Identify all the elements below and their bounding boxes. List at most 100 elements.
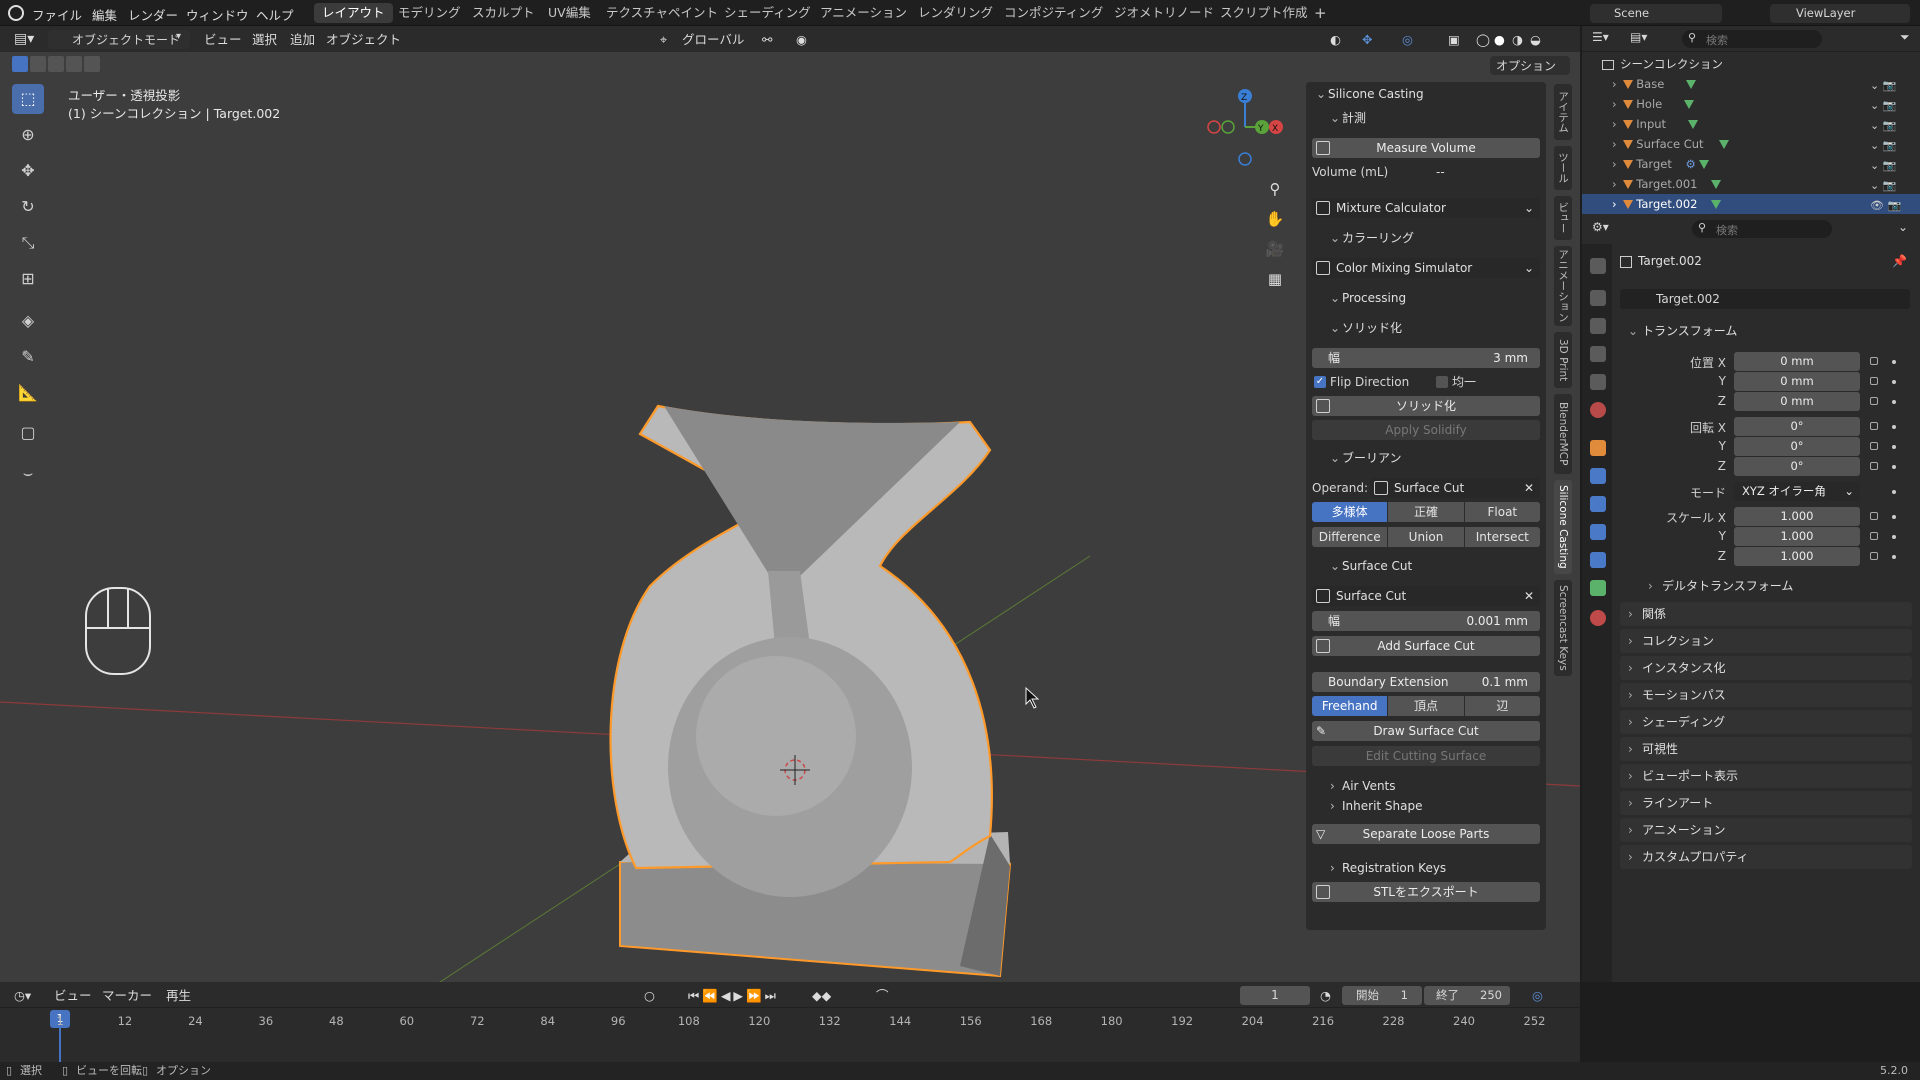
shading-solid-icon[interactable]: ● [1494,30,1505,49]
tab-view[interactable]: ビュー [1554,196,1572,240]
solver-segmented[interactable]: 多様体 正確 Float [1312,502,1540,522]
rotation-y-field[interactable]: 0° [1734,437,1860,456]
timeline-view-menu[interactable]: ビュー [54,986,92,1005]
add-workspace-icon[interactable]: + [1306,3,1335,23]
menu-view[interactable]: ビュー [204,30,242,49]
select-subtract-icon[interactable] [48,56,64,72]
export-stl-button[interactable]: STLをエクスポート [1312,882,1540,902]
properties-search-input[interactable]: ⚲ 検索 [1692,220,1832,238]
surface-cut-section[interactable]: ⌄ Surface Cut [1326,556,1540,576]
measure-icon[interactable]: 📐 [12,378,44,408]
relations-section[interactable]: › 関係 [1620,602,1912,626]
lock-icon[interactable] [1870,377,1878,385]
eye-icon[interactable]: 👁 📷 [1870,196,1910,216]
modifier-tab-icon[interactable] [1590,468,1606,484]
keyframe-dot-icon[interactable] [1892,465,1896,469]
keyframe-dot-icon[interactable] [1892,490,1896,494]
solver-exact[interactable]: 正確 [1388,502,1464,522]
lock-icon[interactable] [1870,442,1878,450]
tab-scripting[interactable]: スクリプト作成 [1212,3,1316,23]
menu-object[interactable]: オブジェクト [326,30,401,49]
even-checkbox[interactable] [1436,376,1448,388]
draw-mode-freehand[interactable]: Freehand [1312,696,1388,716]
tab-texture-paint[interactable]: テクスチャペイント [598,3,726,23]
scene-selector[interactable]: Scene [1590,4,1722,23]
outliner-scene-collection[interactable]: シーンコレクション [1582,54,1920,74]
color-mixing-dropdown[interactable]: Color Mixing Simulator ⌄ [1312,258,1540,278]
select-extend-icon[interactable] [30,56,46,72]
keyframe-dot-icon[interactable] [1892,515,1896,519]
menu-select[interactable]: 選択 [252,30,277,49]
scene-tab-icon[interactable] [1590,374,1606,390]
tab-uv-editing[interactable]: UV編集 [540,3,599,23]
current-frame-field[interactable]: 1 [1240,986,1310,1005]
registration-keys-section[interactable]: › Registration Keys [1326,858,1540,878]
menu-render[interactable]: レンダー [128,5,178,24]
view-layer-selector[interactable]: ViewLayer [1770,4,1910,23]
clear-x-icon[interactable]: ✕ [1524,478,1534,498]
rotation-x-field[interactable]: 0° [1734,417,1860,436]
filter-icon[interactable]: ⏷ [1900,30,1910,45]
transform-section[interactable]: ⌄ トランスフォーム [1620,319,1912,343]
mixture-calculator-dropdown[interactable]: Mixture Calculator ⌄ [1312,198,1540,218]
draw-mode-vertex[interactable]: 頂点 [1388,696,1464,716]
timeline-editor-icon[interactable]: ◷▾ [14,986,31,1005]
playback-controls-icon[interactable]: ⏮⏪◀▶⏩⏭ [688,986,779,1005]
select-new-icon[interactable] [12,56,28,72]
playhead-line[interactable] [59,1028,61,1062]
lock-icon[interactable] [1870,357,1878,365]
outliner-search-input[interactable]: ⚲ 検索 [1682,30,1822,48]
edit-cutting-surface-button[interactable]: Edit Cutting Surface [1312,746,1540,766]
lock-icon[interactable] [1870,512,1878,520]
flip-direction-checkbox[interactable]: ✓ [1314,376,1326,388]
scale-icon[interactable]: ⤡ [12,228,44,258]
perspective-grid-icon[interactable]: ▦ [1262,266,1288,292]
selection-mode-toggles[interactable] [12,56,104,72]
proportional-edit-icon[interactable]: ◉ [796,30,807,49]
measure-section[interactable]: ⌄ 計測 [1326,108,1540,128]
select-intersect-icon[interactable] [84,56,100,72]
scale-y-field[interactable]: 1.000 [1734,527,1860,546]
hide-toggle-icon[interactable]: ⌄ 📷 [1870,116,1910,136]
surface-cut-object-field[interactable]: Surface Cut ✕ [1312,586,1540,606]
solidify-width-field[interactable]: 幅 3 mm [1312,348,1540,368]
operation-intersect[interactable]: Intersect [1464,527,1540,547]
draw-mode-segmented[interactable]: Freehand 頂点 辺 [1312,696,1540,716]
collections-section[interactable]: › コレクション [1620,629,1912,653]
snap-timeline-icon[interactable]: ⌒ [876,986,889,1005]
lock-icon[interactable] [1870,397,1878,405]
camera-view-icon[interactable]: 🎥 [1262,236,1288,262]
zoom-icon[interactable]: ⚲ [1262,176,1288,202]
keyframe-dot-icon[interactable] [1892,400,1896,404]
physics-tab-icon[interactable] [1590,524,1606,540]
shading-material-icon[interactable]: ◑ [1512,30,1523,49]
lock-icon[interactable] [1870,462,1878,470]
outliner-editor-icon[interactable]: ☰▾ [1592,30,1609,44]
solver-float[interactable]: Float [1464,502,1540,522]
tab-rendering[interactable]: レンダリング [910,3,1001,23]
inherit-shape-section[interactable]: › Inherit Shape [1326,796,1540,816]
blender-logo-icon[interactable] [8,5,24,21]
surface-cut-width-field[interactable]: 幅 0.001 mm [1312,611,1540,631]
mode-dropdown[interactable]: オブジェクトモード ▾ [48,30,190,49]
solidify-button[interactable]: ソリッド化 [1312,396,1540,416]
boundary-extension-field[interactable]: Boundary Extension 0.1 mm [1312,672,1540,692]
rotate-icon[interactable]: ↻ [12,192,44,222]
cursor-icon[interactable]: ⊕ [12,120,44,150]
tab-blendermcp[interactable]: BlenderMCP [1554,394,1572,474]
shading-rendered-icon[interactable]: ◒ [1530,30,1541,49]
select-box-icon[interactable]: ⬚ [12,84,44,114]
line-art-section[interactable]: › ラインアート [1620,791,1912,815]
location-z-field[interactable]: 0 mm [1734,392,1860,411]
hide-toggle-icon[interactable]: ⌄ 📷 [1870,156,1910,176]
menu-window[interactable]: ウィンドウ [186,5,249,24]
timeline-playback-menu[interactable]: 再生 [166,986,191,1005]
clear-x-icon[interactable]: ✕ [1524,586,1534,606]
navigation-gizmo[interactable]: Z X Y [1200,82,1290,172]
add-surface-cut-button[interactable]: Add Surface Cut [1312,636,1540,656]
move-icon[interactable]: ✥ [12,156,44,186]
timeline-overlay-icon[interactable]: ◎ [1532,986,1543,1005]
instancing-section[interactable]: › インスタンス化 [1620,656,1912,680]
shading-section[interactable]: › シェーディング [1620,710,1912,734]
pan-hand-icon[interactable]: ✋ [1262,206,1288,232]
